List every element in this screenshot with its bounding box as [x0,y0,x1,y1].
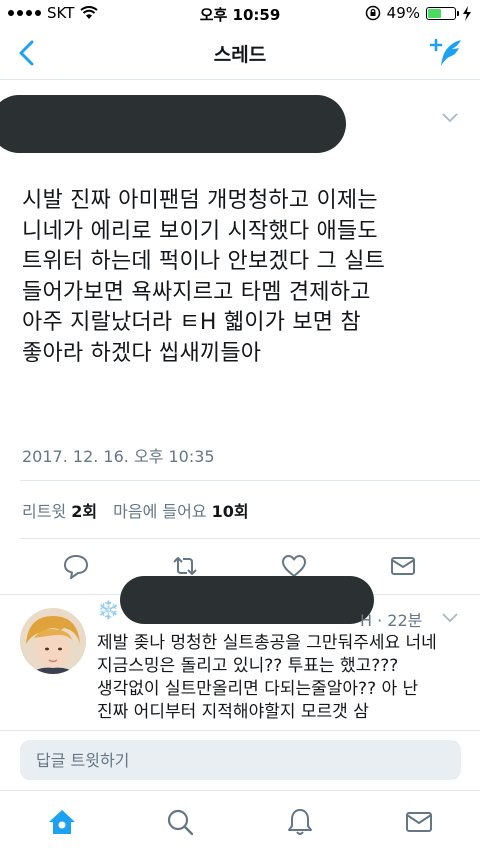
redacted-reply-author [120,576,374,624]
tweet-options-chevron-icon[interactable] [442,113,458,123]
search-icon[interactable] [165,807,195,837]
home-icon[interactable] [47,807,77,837]
page-title: 스레드 [213,44,267,66]
reply-text: 제발 좆나 멍청한 실트총공을 그만둬주세요 너네 지금스밍은 돌리고 있니??… [97,633,437,722]
reply-handle-time: H · 22분 [360,611,423,630]
reply-icon[interactable] [62,552,90,580]
redacted-author [0,95,346,153]
battery-percent: 49% [386,4,420,22]
notifications-bell-icon[interactable] [285,807,315,837]
like-count: 10회 [211,502,249,521]
retweet-label: 리트윗 [22,502,67,521]
direct-message-icon[interactable] [389,552,417,580]
messages-icon[interactable] [404,807,434,837]
like-stat[interactable]: 마음에 들어요 10회 [113,498,249,522]
reply-name-emoji: ❄️ [97,600,120,621]
divider [20,480,480,481]
orientation-lock-icon [365,5,380,21]
tweet-timestamp: 2017. 12. 16. 오후 10:35 [22,447,215,466]
tweet-text: 시발 진짜 아미팬덤 개멍청하고 이제는 니네가 에리로 보이기 시작했다 애들… [22,188,386,366]
battery-icon [426,6,459,20]
reply-input[interactable] [20,740,461,780]
navigation-bar: 스레드 [0,28,480,80]
tweet-stats: 리트윗 2회 마음에 들어요 10회 [22,498,249,522]
tab-bar [0,790,480,854]
status-bar: SKT 오후 10:59 49% [0,0,480,28]
avatar-image [20,608,86,674]
divider [20,538,480,539]
reply-options-chevron-icon[interactable] [442,613,458,623]
compose-tweet-icon[interactable] [430,36,464,70]
battery-fill [428,8,441,18]
charging-icon [463,5,471,21]
reply-compose-bar [0,730,480,790]
avatar[interactable] [20,608,86,674]
retweet-count: 2회 [71,502,98,521]
like-label: 마음에 들어요 [113,502,207,521]
retweet-stat[interactable]: 리트윗 2회 [22,498,97,522]
